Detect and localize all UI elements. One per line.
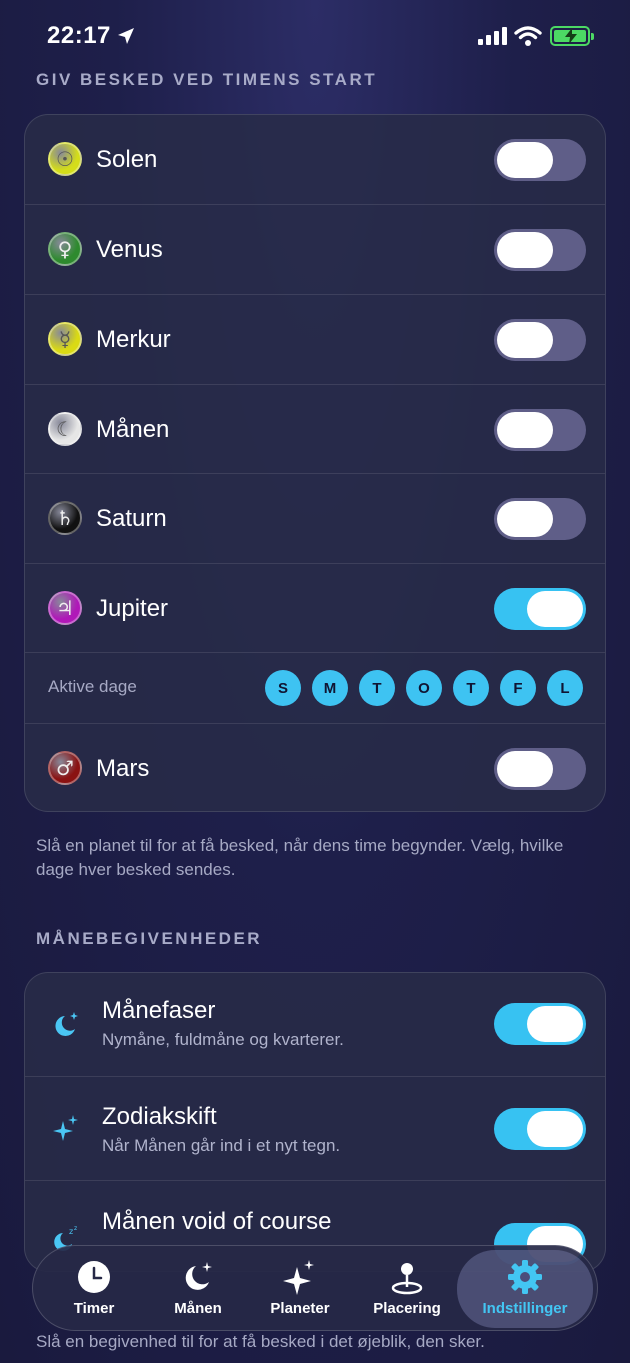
moon-stars-icon (55, 1012, 78, 1036)
zodiakskift-toggle[interactable] (494, 1108, 586, 1150)
mars-toggle[interactable] (494, 748, 586, 790)
manefaser-toggle[interactable] (494, 1003, 586, 1045)
tab-indstillinger[interactable]: Indstillinger (457, 1250, 593, 1328)
day-chip-thursday[interactable]: T (453, 670, 489, 706)
status-time: 22:17 (47, 22, 111, 49)
venus-symbol-icon: ♀ (48, 232, 82, 266)
tab-label: Månen (174, 1300, 222, 1317)
day-chip-saturday[interactable]: L (547, 670, 583, 706)
planet-row-jupiter: ♃ Jupiter (25, 563, 605, 653)
moon-symbol-icon: ☾ (48, 412, 82, 446)
event-title: Månefaser (102, 997, 216, 1024)
planet-name: Mars (96, 755, 150, 782)
tab-label: Planeter (270, 1300, 330, 1317)
notify-section-header: GIV BESKED VED TIMENS START (36, 70, 378, 89)
tab-placering[interactable]: Placering (354, 1246, 460, 1332)
active-days-label: Aktive dage (48, 677, 137, 696)
manen-toggle[interactable] (494, 409, 586, 451)
active-days-row: Aktive dage S M T O T F L (25, 652, 605, 724)
jupiter-toggle[interactable] (494, 588, 586, 630)
planet-row-manen: ☾ Månen (25, 384, 605, 474)
merkur-toggle[interactable] (494, 319, 586, 361)
planet-notifications-card: ☉ Solen ♀ Venus ☿ Merkur ☾ Månen ♄ Satur… (24, 114, 606, 812)
planet-row-saturn: ♄ Saturn (25, 473, 605, 563)
tab-bar: Timer Månen Planeter Placering Indstilli… (32, 1245, 598, 1331)
moon-section-footer: Slå en begivenhed til for at få besked i… (36, 1332, 485, 1351)
clock-icon (75, 1258, 113, 1296)
event-title: Månen void of course (102, 1208, 332, 1235)
moon-stars-icon (179, 1258, 217, 1296)
svg-text:z: z (69, 1227, 73, 1236)
battery-icon (550, 26, 594, 46)
map-pin-icon (388, 1258, 426, 1296)
location-arrow-icon (118, 28, 134, 44)
gear-icon (506, 1258, 544, 1296)
tab-timer[interactable]: Timer (41, 1246, 147, 1332)
jupiter-symbol-icon: ♃ (48, 591, 82, 625)
saturn-symbol-icon: ♄ (48, 501, 82, 535)
planet-row-mars: ♂ Mars (25, 723, 605, 811)
planet-row-venus: ♀ Venus (25, 204, 605, 294)
status-bar: 22:17 (0, 0, 630, 70)
mercury-symbol-icon: ☿ (48, 322, 82, 356)
planet-name: Saturn (96, 505, 167, 532)
sparkles-icon (53, 1115, 78, 1141)
saturn-toggle[interactable] (494, 498, 586, 540)
tab-label: Timer (73, 1300, 115, 1317)
planet-name: Venus (96, 236, 163, 263)
planet-row-merkur: ☿ Merkur (25, 294, 605, 384)
event-row-zodiakskift: Zodiakskift Når Månen går ind i et nyt t… (25, 1076, 605, 1180)
planet-name: Jupiter (96, 595, 169, 622)
event-subtitle: Nymåne, fuldmåne og kvarterer. (102, 1030, 344, 1049)
sun-symbol-icon: ☉ (48, 142, 82, 176)
planet-section-footer: Slå en planet til for at få besked, når … (36, 836, 564, 879)
mars-symbol-icon: ♂ (48, 751, 82, 785)
day-chip-monday[interactable]: M (312, 670, 348, 706)
cellular-signal-icon (478, 27, 508, 45)
solen-toggle[interactable] (494, 139, 586, 181)
planet-name: Merkur (96, 326, 171, 353)
moon-events-card: Månefaser Nymåne, fuldmåne og kvarterer.… (24, 972, 606, 1272)
venus-toggle[interactable] (494, 229, 586, 271)
wifi-icon (514, 26, 542, 46)
day-chip-friday[interactable]: F (500, 670, 536, 706)
tab-planeter[interactable]: Planeter (247, 1246, 353, 1332)
tab-label: Placering (373, 1300, 441, 1317)
svg-text:z: z (74, 1225, 77, 1232)
event-title: Zodiakskift (102, 1103, 217, 1130)
event-row-manefaser: Månefaser Nymåne, fuldmåne og kvarterer. (25, 973, 605, 1076)
sparkles-icon (281, 1258, 319, 1296)
planet-name: Solen (96, 146, 158, 173)
day-chip-sunday[interactable]: S (265, 670, 301, 706)
day-chip-wednesday[interactable]: O (406, 670, 442, 706)
planet-row-solen: ☉ Solen (25, 115, 605, 205)
event-subtitle: Når Månen går ind i et nyt tegn. (102, 1136, 341, 1155)
moon-events-header: MÅNEBEGIVENHEDER (36, 929, 263, 948)
day-chip-tuesday[interactable]: T (359, 670, 395, 706)
planet-name: Månen (96, 416, 170, 443)
tab-label: Indstillinger (482, 1300, 568, 1317)
tab-manen[interactable]: Månen (145, 1246, 251, 1332)
